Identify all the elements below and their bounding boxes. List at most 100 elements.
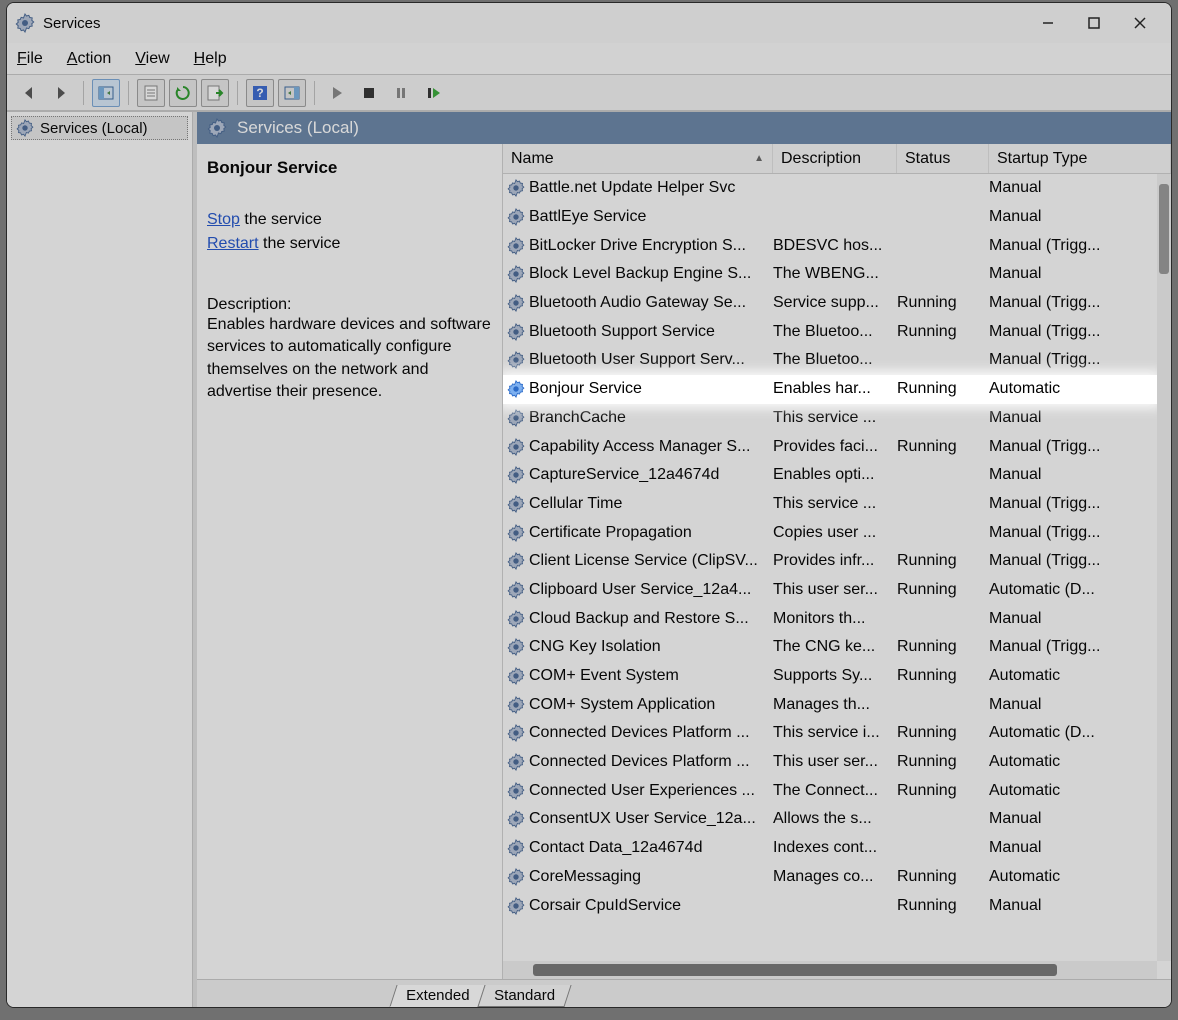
service-row[interactable]: ConsentUX User Service_12a...Allows the … — [503, 805, 1157, 834]
service-description: Allows the s... — [773, 810, 897, 828]
service-row[interactable]: BranchCacheThis service ...Manual — [503, 404, 1157, 433]
service-row[interactable]: Cellular TimeThis service ...Manual (Tri… — [503, 490, 1157, 519]
service-name: Bluetooth Audio Gateway Se... — [529, 294, 746, 312]
show-hide-tree-button[interactable] — [92, 79, 120, 107]
properties-button[interactable] — [137, 79, 165, 107]
nav-forward-button[interactable] — [47, 79, 75, 107]
gear-icon — [507, 409, 525, 427]
service-startup-type: Manual — [989, 839, 1157, 857]
tree-node-label: Services (Local) — [40, 120, 148, 137]
horizontal-scrollbar[interactable] — [503, 961, 1157, 979]
service-row[interactable]: CaptureService_12a4674dEnables opti...Ma… — [503, 461, 1157, 490]
service-row[interactable]: CoreMessagingManages co...RunningAutomat… — [503, 863, 1157, 892]
service-name: COM+ Event System — [529, 667, 679, 685]
service-description: This service i... — [773, 724, 897, 742]
menu-file[interactable]: File — [17, 50, 43, 68]
restart-service-button[interactable] — [419, 79, 447, 107]
gear-icon — [507, 868, 525, 886]
service-row[interactable]: Connected User Experiences ... The Connec… — [503, 776, 1157, 805]
service-row[interactable]: Client License Service (ClipSV...Provide… — [503, 547, 1157, 576]
service-status: Running — [897, 667, 989, 685]
gear-icon — [507, 581, 525, 599]
service-row[interactable]: BattlEye ServiceManual — [503, 203, 1157, 232]
nav-back-button[interactable] — [15, 79, 43, 107]
service-startup-type: Manual — [989, 610, 1157, 628]
restart-link[interactable]: Restart — [207, 235, 259, 252]
service-row[interactable]: Bonjour ServiceEnables har...RunningAuto… — [503, 375, 1157, 404]
svg-text:?: ? — [256, 86, 263, 100]
tab-standard[interactable]: Standard — [478, 985, 572, 1007]
start-service-button[interactable] — [323, 79, 351, 107]
scrollbar-thumb[interactable] — [1159, 184, 1169, 274]
service-row[interactable]: Contact Data_12a4674dIndexes cont...Manu… — [503, 834, 1157, 863]
scrollbar-thumb[interactable] — [533, 964, 1057, 976]
service-row[interactable]: Certificate PropagationCopies user ...Ma… — [503, 518, 1157, 547]
service-description: Monitors th... — [773, 610, 897, 628]
tree-node-services-local[interactable]: Services (Local) — [11, 116, 188, 140]
show-hide-action-pane-button[interactable] — [278, 79, 306, 107]
pause-service-button[interactable] — [387, 79, 415, 107]
service-description: Enables har... — [773, 380, 897, 398]
view-tabs: Extended Standard — [197, 979, 1171, 1007]
service-startup-type: Manual (Trigg... — [989, 438, 1157, 456]
col-name[interactable]: Name▲ — [503, 144, 773, 173]
service-row[interactable]: Battle.net Update Helper SvcManual — [503, 174, 1157, 203]
service-row[interactable]: Corsair CpuIdServiceRunningManual — [503, 891, 1157, 920]
service-description: This user ser... — [773, 581, 897, 599]
service-row[interactable]: COM+ System ApplicationManages th...Manu… — [503, 690, 1157, 719]
gear-icon — [507, 552, 525, 570]
refresh-button[interactable] — [169, 79, 197, 107]
service-startup-type: Automatic (D... — [989, 581, 1157, 599]
service-row[interactable]: Capability Access Manager S...Provides f… — [503, 432, 1157, 461]
service-status: Running — [897, 581, 989, 599]
titlebar[interactable]: Services — [7, 3, 1171, 43]
service-status: Running — [897, 638, 989, 656]
service-row[interactable]: Bluetooth Audio Gateway Se...Service sup… — [503, 289, 1157, 318]
service-row[interactable]: Connected Devices Platform ...This servi… — [503, 719, 1157, 748]
service-status: Running — [897, 552, 989, 570]
service-name: Connected User Experiences ... — [529, 782, 755, 800]
column-headers[interactable]: Name▲ Description Status Startup Type — [503, 144, 1171, 174]
service-name: CoreMessaging — [529, 868, 641, 886]
service-row[interactable]: Cloud Backup and Restore S...Monitors th… — [503, 604, 1157, 633]
service-row[interactable]: Bluetooth User Support Serv...The Blueto… — [503, 346, 1157, 375]
export-list-button[interactable] — [201, 79, 229, 107]
service-row[interactable]: COM+ Event SystemSupports Sy...RunningAu… — [503, 662, 1157, 691]
minimize-button[interactable] — [1025, 7, 1071, 39]
vertical-scrollbar[interactable] — [1157, 174, 1171, 961]
console-tree[interactable]: Services (Local) — [7, 112, 193, 1007]
gear-icon — [507, 696, 525, 714]
gear-icon — [207, 118, 227, 138]
stop-link[interactable]: Stop — [207, 211, 240, 228]
help-button[interactable]: ? — [246, 79, 274, 107]
service-row[interactable]: BitLocker Drive Encryption S...BDESVC ho… — [503, 231, 1157, 260]
maximize-button[interactable] — [1071, 7, 1117, 39]
stop-service-button[interactable] — [355, 79, 383, 107]
service-startup-type: Manual — [989, 208, 1157, 226]
service-row[interactable]: Clipboard User Service_12a4...This user … — [503, 576, 1157, 605]
close-button[interactable] — [1117, 7, 1163, 39]
service-description: This service ... — [773, 409, 897, 427]
service-description: The CNG ke... — [773, 638, 897, 656]
gear-icon — [507, 208, 525, 226]
service-description: Copies user ... — [773, 524, 897, 542]
menu-action[interactable]: Action — [67, 50, 111, 68]
services-list[interactable]: Name▲ Description Status Startup Type Ba… — [503, 144, 1171, 979]
service-row[interactable]: Connected Devices Platform ...This user … — [503, 748, 1157, 777]
menu-help[interactable]: Help — [194, 50, 227, 68]
menu-view[interactable]: View — [135, 50, 169, 68]
service-startup-type: Manual (Trigg... — [989, 323, 1157, 341]
col-description[interactable]: Description — [773, 144, 897, 173]
gear-icon — [507, 323, 525, 341]
service-row[interactable]: Block Level Backup Engine S...The WBENG.… — [503, 260, 1157, 289]
col-startup-type[interactable]: Startup Type — [989, 144, 1171, 173]
service-row[interactable]: Bluetooth Support ServiceThe Bluetoo...R… — [503, 317, 1157, 346]
description-label: Description: — [207, 296, 492, 314]
service-startup-type: Manual (Trigg... — [989, 237, 1157, 255]
service-row[interactable]: CNG Key IsolationThe CNG ke...RunningMan… — [503, 633, 1157, 662]
tab-extended[interactable]: Extended — [389, 985, 486, 1007]
service-startup-type: Manual — [989, 897, 1157, 915]
col-status[interactable]: Status — [897, 144, 989, 173]
service-description: The Connect... — [773, 782, 897, 800]
service-startup-type: Automatic — [989, 380, 1157, 398]
